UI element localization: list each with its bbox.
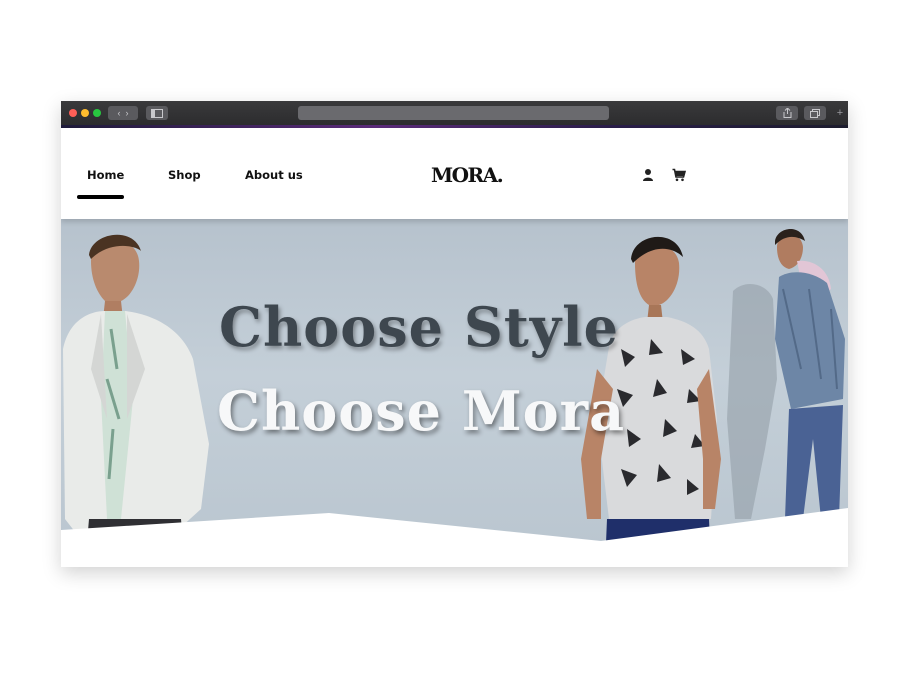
user-icon[interactable] <box>641 168 655 182</box>
browser-window: ‹ › + Home Shop About us MORA. Choose St… <box>61 101 848 567</box>
cart-icon[interactable] <box>672 168 687 182</box>
hero-banner: Choose Style Choose Mora <box>61 219 848 567</box>
nav-link-home[interactable]: Home <box>87 168 124 182</box>
share-button[interactable] <box>776 106 798 120</box>
sidebar-icon <box>151 108 163 118</box>
nav-link-shop[interactable]: Shop <box>168 168 201 182</box>
tab-overview-button[interactable] <box>804 106 826 120</box>
chevron-left-icon: ‹ <box>117 108 121 118</box>
close-window-button[interactable] <box>69 109 77 117</box>
share-icon <box>783 108 791 118</box>
address-bar[interactable] <box>298 106 609 120</box>
back-forward-buttons[interactable]: ‹ › <box>108 106 138 120</box>
tabs-icon <box>810 108 820 118</box>
new-tab-button[interactable]: + <box>833 106 847 120</box>
minimize-window-button[interactable] <box>81 109 89 117</box>
active-nav-indicator <box>77 195 124 199</box>
hero-bottom-wave <box>61 508 848 567</box>
zoom-window-button[interactable] <box>93 109 101 117</box>
plus-icon: + <box>836 107 844 119</box>
browser-titlebar: ‹ › + <box>61 101 848 125</box>
nav-link-about-us[interactable]: About us <box>245 168 303 182</box>
sidebar-toggle-button[interactable] <box>146 106 168 120</box>
chevron-right-icon: › <box>125 108 129 118</box>
brand-logo[interactable]: MORA. <box>431 163 504 187</box>
site-header: Home Shop About us MORA. <box>61 128 848 219</box>
